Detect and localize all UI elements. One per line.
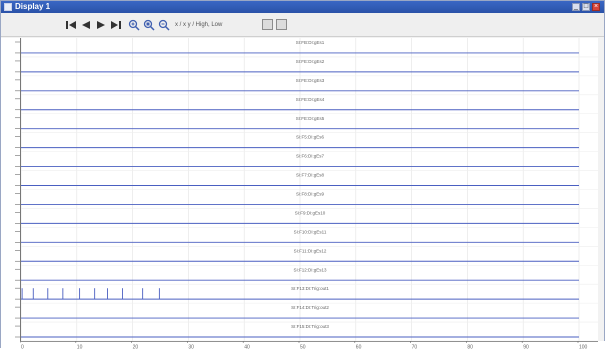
last-page-button[interactable]: [110, 19, 122, 31]
plot-area: SI:FB:DI:gEs1 SI:FE:DI:gEs2 SI:FE:DI:gEs3 S…: [20, 38, 598, 341]
channel-label: SI:F8:DI:gEs9: [296, 192, 325, 197]
x-tick-label: 70: [412, 345, 418, 350]
step-back-icon: [82, 21, 90, 29]
next-page-button[interactable]: [95, 19, 107, 31]
x-tick-label: 100: [579, 345, 588, 350]
channel-axis: [1, 38, 20, 349]
list-toggle-button[interactable]: [276, 19, 287, 30]
zoom-in-button[interactable]: [128, 19, 140, 31]
x-tick-label: 30: [188, 345, 194, 350]
grid-toggle-button[interactable]: [262, 19, 273, 30]
zoom-in-icon: [128, 19, 140, 31]
channel-label: SI:F7:DI:gEs8: [296, 173, 325, 178]
skip-back-icon: [66, 21, 76, 29]
channel-label: SI:FE:DI:gEs4: [296, 97, 325, 102]
axis-readout: x / x y / High, Low: [175, 22, 223, 28]
prev-page-button[interactable]: [80, 19, 92, 31]
channel-label: SI:F9:DI:gEs10: [295, 210, 326, 215]
x-tick-label: 20: [133, 345, 139, 350]
x-tick-label: 80: [467, 345, 473, 350]
close-button[interactable]: ×: [592, 3, 600, 11]
display-window: Display 1 _ □ × x / x y / High, Low SI:F…: [0, 0, 605, 350]
zoom-fit-button[interactable]: [143, 19, 155, 31]
channel-label: SI:F6:DI:gEs7: [296, 154, 325, 159]
maximize-button[interactable]: □: [582, 3, 590, 11]
x-tick-label: 10: [77, 345, 83, 350]
x-tick-label: 90: [523, 345, 529, 350]
x-tick-label: 60: [356, 345, 362, 350]
channel-label: SI:FE:DI:gEs5: [296, 116, 325, 121]
toolbar: x / x y / High, Low: [1, 13, 604, 37]
channel-label: SI:F13:DI:Trig:out1: [291, 286, 329, 291]
minimize-button[interactable]: _: [572, 3, 580, 11]
step-forward-icon: [97, 21, 105, 29]
channel-label: SI:F12:DI:gEs13: [293, 267, 327, 272]
zoom-out-icon: [158, 19, 170, 31]
channel-label: SI:F5:DI:gEs6: [296, 135, 325, 140]
window-controls: _ □ ×: [572, 3, 600, 11]
channel-label: SI:FE:DI:gEs2: [296, 59, 325, 64]
channel-label: SI:FB:DI:gEs1: [296, 40, 325, 45]
x-tick-label: 0: [21, 345, 24, 350]
channel-label: SI:FE:DI:gEs3: [296, 78, 325, 83]
window-title: Display 1: [15, 2, 51, 11]
channel-label: SI:F11:DI:gEs12: [294, 248, 327, 253]
x-tick-label: 50: [300, 345, 306, 350]
app-icon: [4, 3, 12, 11]
zoom-fit-icon: [143, 19, 155, 31]
channel-label: SI:F10:DI:gEs11: [294, 229, 327, 234]
title-bar[interactable]: Display 1 _ □ ×: [1, 1, 604, 13]
x-tick-label: 40: [244, 345, 250, 350]
first-page-button[interactable]: [65, 19, 77, 31]
channel-tick-column: [15, 41, 20, 338]
channel-label: SI:F15:DI:Trig:out3: [291, 324, 329, 329]
zoom-out-button[interactable]: [158, 19, 170, 31]
channel-label: SI:F14:DI:Trig:out2: [291, 305, 329, 310]
skip-forward-icon: [111, 21, 121, 29]
